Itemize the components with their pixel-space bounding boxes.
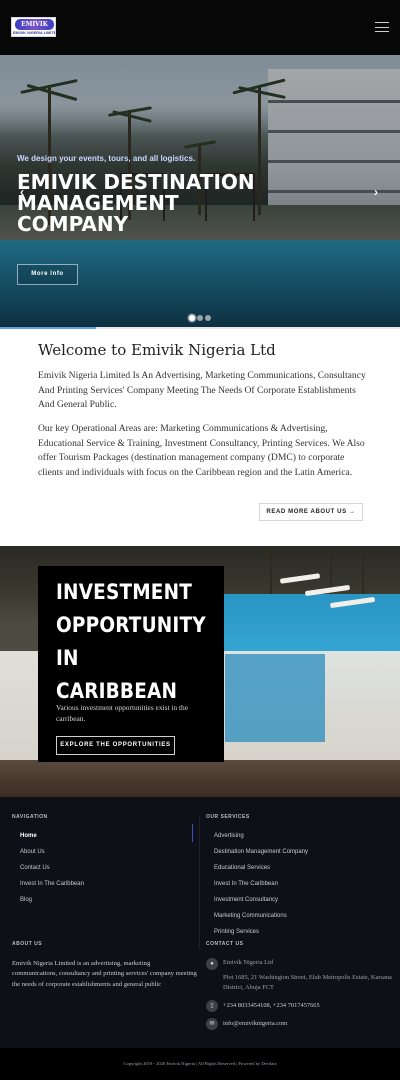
- investment-title: INVESTMENT OPPORTUNITY IN CARIBBEAN: [56, 576, 206, 708]
- investment-title-line: INVESTMENT: [56, 580, 193, 604]
- contact-heading: CONTACT US: [206, 941, 244, 947]
- welcome-paragraph-2: Our key Operational Areas are: Marketing…: [38, 423, 365, 478]
- more-info-button[interactable]: More Info: [17, 264, 78, 285]
- site-header: EMIVIK EMIVIK NIGERIA LIMITED: [0, 0, 400, 55]
- contact-email[interactable]: info@emiviknigeria.com: [223, 1019, 393, 1029]
- investment-title-line: OPPORTUNITY: [56, 613, 206, 637]
- investment-card: INVESTMENT OPPORTUNITY IN CARIBBEAN Vari…: [38, 566, 224, 762]
- chevron-right-icon[interactable]: ›: [371, 186, 381, 198]
- site-footer: NAVIGATION Home About Us Contact Us Inve…: [0, 797, 400, 1048]
- hero-tagline: We design your events, tours, and all lo…: [17, 154, 196, 163]
- investment-description: Various investment opportunities exist i…: [56, 703, 188, 723]
- footer-column-divider: [199, 817, 200, 949]
- service-link[interactable]: Destination Management Company: [214, 849, 308, 855]
- company-logo[interactable]: EMIVIK EMIVIK NIGERIA LIMITED: [11, 17, 56, 37]
- copyright-bar: Copyright 2019 - 2020 Emivik Nigeria | A…: [0, 1048, 400, 1080]
- about-text: Emivik Nigeria Limited is an advertising…: [12, 960, 197, 988]
- phone-icon: ▯: [206, 1000, 218, 1012]
- read-more-label: READ MORE ABOUT US: [266, 509, 347, 515]
- footer-nav-contact-us[interactable]: Contact Us: [20, 865, 50, 871]
- location-pin-icon: ●: [206, 958, 218, 970]
- service-link[interactable]: Printing Services: [214, 929, 259, 935]
- slider-dot[interactable]: [205, 315, 211, 321]
- services-heading: OUR SERVICES: [206, 814, 250, 820]
- logo-text: EMIVIK NIGERIA LIMITED: [13, 31, 56, 35]
- explore-opportunities-button[interactable]: EXPLORE THE OPPORTUNITIES: [56, 736, 175, 755]
- palm-trunk: [362, 546, 364, 594]
- logo-mark: EMIVIK: [15, 19, 54, 30]
- pool-glass: [225, 654, 325, 742]
- wood-deck: [0, 760, 400, 797]
- email-icon: ✉: [206, 1018, 218, 1030]
- chevron-left-icon[interactable]: ‹: [17, 186, 27, 198]
- slider-dot[interactable]: [197, 315, 203, 321]
- service-link[interactable]: Investment Consultancy: [214, 897, 278, 903]
- slider-dot[interactable]: [189, 315, 195, 321]
- contact-address: Plot 1685, 21 Washington Street, Efab Me…: [223, 974, 392, 992]
- read-more-about-us-button[interactable]: READ MORE ABOUT US →: [259, 503, 363, 521]
- footer-nav-about-us[interactable]: About Us: [20, 849, 45, 855]
- hero-title: Emivik Destination Management Company: [17, 170, 255, 236]
- arrow-right-icon: →: [348, 509, 356, 515]
- active-nav-indicator: [192, 824, 193, 842]
- contact-company: Emivik Nigeria Ltd: [223, 959, 274, 966]
- logo-mark-text: EMIVIK: [21, 21, 48, 28]
- service-link[interactable]: Invest In The Caribbean: [214, 881, 278, 887]
- navigation-heading: NAVIGATION: [12, 814, 48, 820]
- about-heading: ABOUT US: [12, 941, 43, 947]
- investment-section: INVESTMENT OPPORTUNITY IN CARIBBEAN Vari…: [0, 546, 400, 797]
- service-link[interactable]: Advertising: [214, 833, 244, 839]
- footer-nav-home[interactable]: Home: [20, 833, 37, 839]
- service-link[interactable]: Marketing Communications: [214, 913, 287, 919]
- palm-trunk: [270, 546, 272, 594]
- service-link[interactable]: Educational Services: [214, 865, 270, 871]
- footer-nav-blog[interactable]: Blog: [20, 897, 32, 903]
- sun-lounger: [279, 573, 321, 584]
- hamburger-icon[interactable]: [375, 22, 389, 33]
- contact-phone[interactable]: +234 8033454108, +234 7017457665: [223, 1001, 393, 1011]
- welcome-section: Welcome to Emivik Nigeria Ltd Emivik Nig…: [0, 329, 400, 546]
- investment-title-line: IN CARIBBEAN: [56, 646, 178, 703]
- welcome-paragraph-1: Emivik Nigeria Limited Is An Advertising…: [38, 370, 366, 410]
- footer-nav-invest-caribbean[interactable]: Invest In The Caribbean: [20, 881, 84, 887]
- welcome-heading: Welcome to Emivik Nigeria Ltd: [38, 341, 276, 359]
- copyright-text: Copyright 2019 - 2020 Emivik Nigeria | A…: [123, 1061, 277, 1066]
